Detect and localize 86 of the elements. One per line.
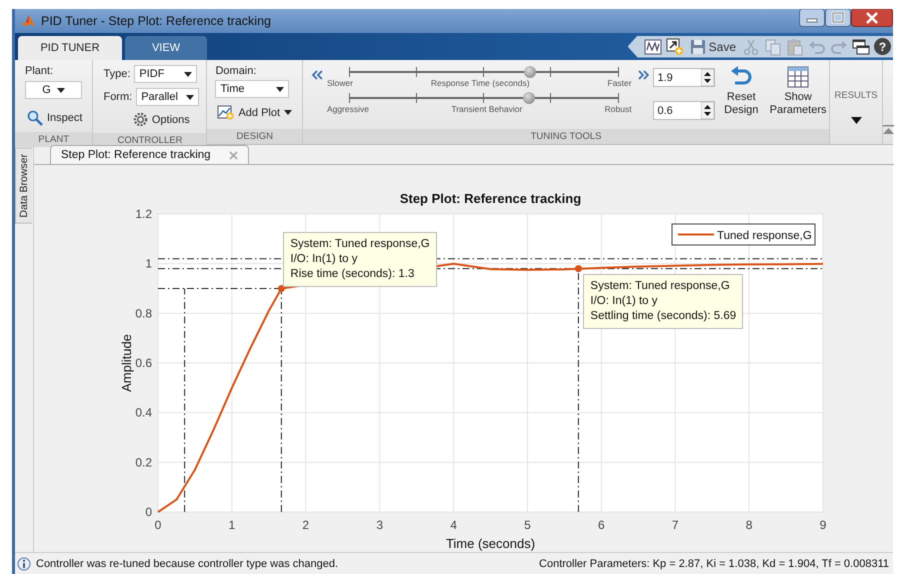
section-label: TUNING TOOLS (303, 129, 830, 144)
form-dropdown[interactable]: Parallel (136, 88, 200, 106)
datatip: System: Tuned response,G I/O: In(1) to y Settling time (seconds): 5.69 (583, 274, 744, 329)
tick-label: 8 (746, 518, 752, 532)
type-dropdown[interactable]: PIDF (134, 65, 198, 83)
spin-arrows-icon[interactable] (701, 102, 714, 119)
inspect-button[interactable]: Inspect (25, 109, 84, 127)
axis-label: Time (seconds) (446, 536, 536, 551)
double-left-chevron-icon[interactable] (311, 70, 323, 80)
slider-thumb[interactable] (522, 92, 535, 104)
domain-dropdown[interactable]: Time (215, 80, 290, 98)
collapse-ribbon-icon[interactable] (883, 125, 894, 134)
spin-field[interactable]: 0.6 (653, 101, 716, 120)
spin-field[interactable]: 1.9 (653, 68, 716, 87)
tick-label: 4 (450, 518, 457, 532)
section-label: DESIGN (207, 129, 302, 144)
tick-label: 0 (154, 518, 162, 532)
window-plus-icon[interactable] (666, 38, 684, 56)
domain-label: Domain: (215, 65, 258, 77)
reset-design-button[interactable]: Reset Design (719, 60, 764, 129)
caret-icon (184, 72, 192, 76)
minimize-icon[interactable] (799, 9, 825, 27)
controller-parameters: Controller Parameters: Kp = 2.87, Ki = 1.038, Kd = 1.904, Tf = 0.008311 (539, 558, 889, 570)
peak-logo-icon (21, 14, 35, 28)
maximize-icon[interactable] (825, 9, 851, 27)
tick-label: 0.2 (135, 455, 152, 470)
add-plot-button[interactable]: Add Plot (215, 104, 294, 121)
save-button[interactable]: Save (688, 38, 738, 54)
plant-dropdown[interactable]: G (25, 81, 82, 99)
magnifier-icon (27, 110, 43, 126)
table-icon (787, 66, 810, 88)
spin-arrows-icon[interactable] (701, 69, 714, 86)
slider-label: Slower (326, 78, 353, 88)
help-button[interactable]: ? (874, 38, 891, 55)
ribbon-tab[interactable]: VIEW (125, 36, 207, 60)
legend-label: Tuned response,G (717, 230, 812, 242)
slider-label: Faster (608, 78, 632, 88)
tick-label: 0 (145, 505, 152, 519)
section-label: PLANT (15, 132, 92, 147)
close-icon[interactable] (851, 9, 893, 27)
tuning-slider[interactable] (348, 66, 618, 78)
caret-icon (284, 110, 292, 115)
waveform-icon[interactable] (644, 38, 662, 56)
tuning-slider[interactable] (348, 92, 618, 104)
document-tab[interactable]: Step Plot: Reference tracking (50, 145, 249, 164)
options-button[interactable]: Options (130, 111, 192, 128)
tick-label: 6 (598, 518, 605, 532)
legend-line-sample (678, 234, 714, 236)
dropdown-arrow-icon[interactable] (850, 117, 862, 124)
results-label: RESULTS (834, 90, 878, 101)
slider-label: Robust (604, 104, 632, 114)
tick-label: 9 (820, 518, 826, 532)
caret-icon (56, 88, 65, 92)
datatip: System: Tuned response,G I/O: In(1) to y Rise time (seconds): 1.3 (283, 232, 437, 286)
caret-icon (276, 86, 284, 92)
tick-label: 0.4 (135, 406, 152, 420)
slider-thumb[interactable] (524, 66, 536, 78)
gear-icon (132, 112, 148, 127)
data-browser-tab[interactable]: Data Browser (15, 148, 32, 224)
tick-label: 0.8 (135, 306, 152, 320)
tick-label: 7 (672, 518, 679, 532)
type-label: Type: (103, 68, 130, 80)
tick-label: 5 (524, 518, 531, 532)
axis-label: Amplitude (119, 334, 134, 392)
slider-label: Aggressive (326, 104, 369, 114)
plant-label: Plant: (25, 65, 54, 77)
slider-label: Response Time (seconds) (430, 78, 530, 88)
status-message: Controller was re-tuned because controller type was changed. (36, 558, 338, 570)
tick-label: 0.6 (135, 356, 152, 370)
tick-label: 1 (228, 518, 236, 532)
form-label: Form: (103, 91, 132, 103)
tick-label: 1 (145, 256, 152, 271)
datatip-marker[interactable] (278, 285, 285, 292)
tick-label: 3 (376, 518, 383, 532)
window-title: PID Tuner - Step Plot: Reference tracking (41, 14, 271, 28)
caret-icon (186, 94, 194, 100)
tick-label: 2 (302, 518, 310, 532)
show-parameters-button[interactable]: Show Parameters (767, 60, 830, 129)
tick-label: 1.2 (135, 207, 152, 221)
datatip-marker[interactable] (574, 265, 582, 272)
chart-title: Step Plot: Reference tracking (400, 191, 582, 206)
slider-label: Transient Behavior (451, 104, 522, 114)
double-right-chevron-icon[interactable] (638, 70, 650, 80)
chart-plus-icon (217, 105, 234, 120)
stacked-windows-icon[interactable] (852, 38, 870, 56)
ribbon-tab[interactable]: PID TUNER (18, 36, 122, 60)
